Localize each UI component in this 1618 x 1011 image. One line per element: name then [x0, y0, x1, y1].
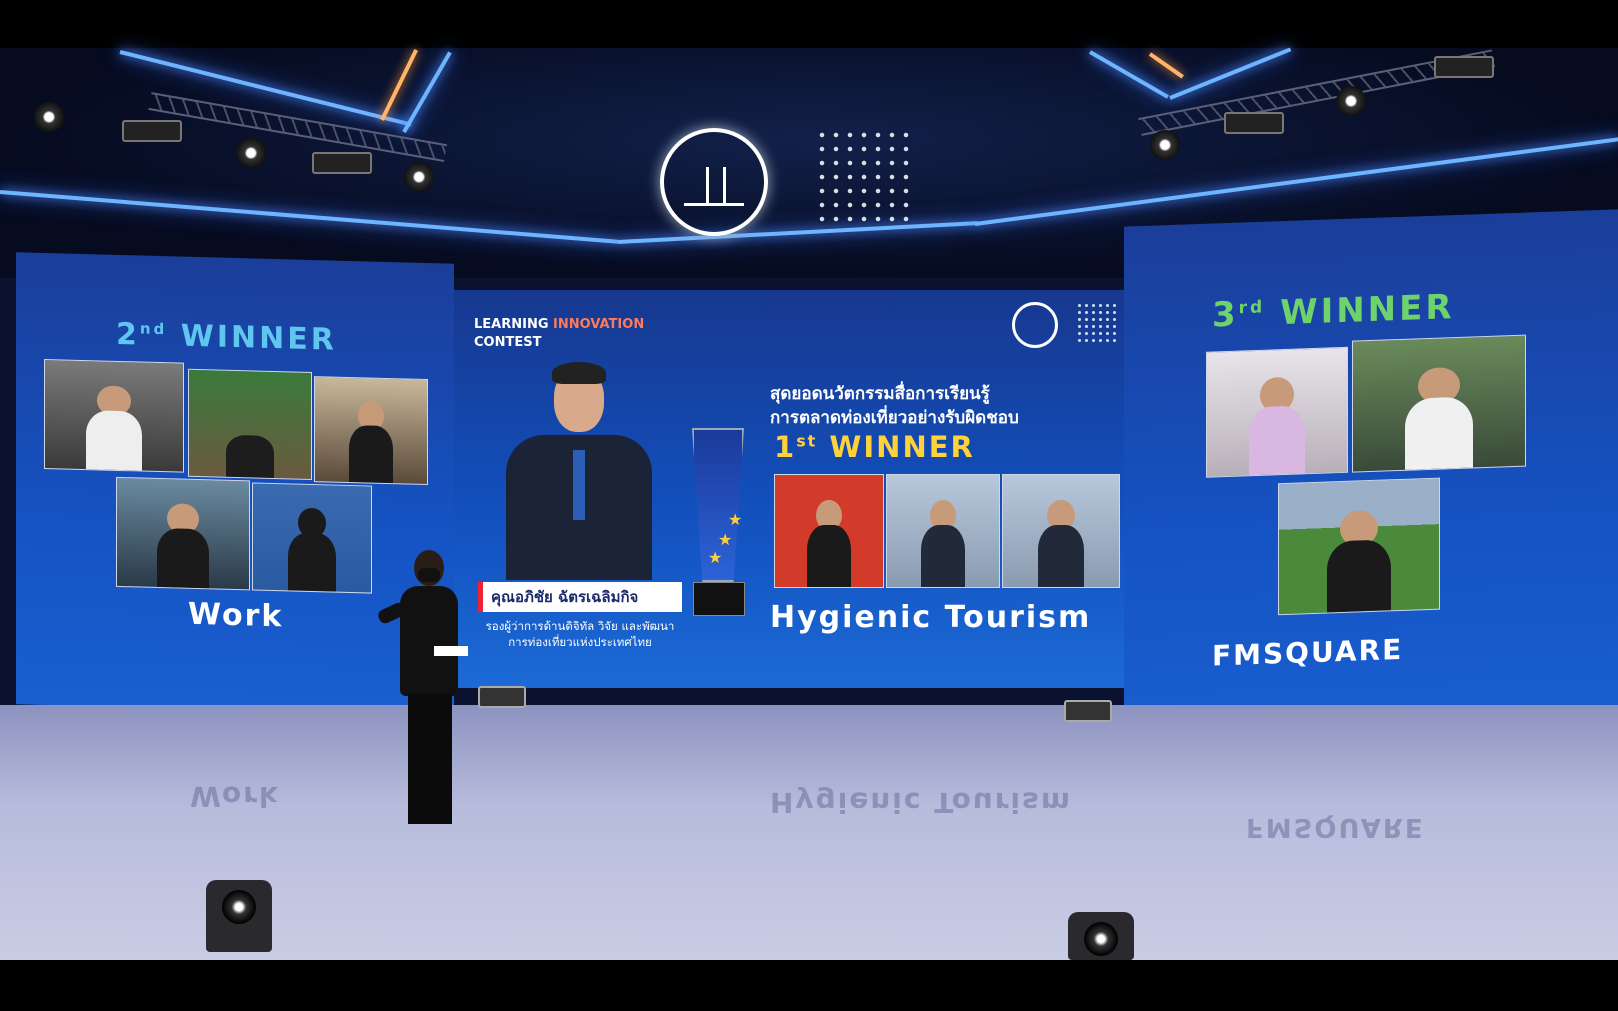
second-winner-team-name: Work [188, 596, 284, 635]
tat-logo [660, 128, 768, 236]
team-member-photo [314, 376, 428, 486]
team-member-photo [1206, 346, 1348, 478]
stage-bar-light [312, 152, 372, 174]
floor-reflection-text: Work [190, 780, 280, 813]
rank-number: 1 [774, 430, 797, 464]
rank-number: 3 [1212, 294, 1239, 336]
trophy-base [693, 582, 745, 616]
third-winner-title: 3rd WINNER [1212, 287, 1455, 335]
presenter-name: คุณอภิชัย ฉัตรเฉลิมกิจ [478, 582, 682, 612]
floor-camera [1068, 912, 1134, 960]
team-member-photo [774, 474, 884, 588]
stage-spotlight [34, 102, 64, 132]
stage-spotlight [1150, 130, 1180, 160]
tat-academy-small-dots [1076, 302, 1120, 342]
rank-number: 2 [116, 316, 140, 353]
stage-bar-light [1224, 112, 1284, 134]
stage-bar-light [122, 120, 182, 142]
tat-academy-dot-logo [815, 128, 915, 228]
cue-card [434, 646, 468, 656]
star-icon: ★ [728, 510, 743, 529]
award-title-line1: สุดยอดนวัตกรรมสื่อการเรียนรู้ [770, 384, 990, 404]
team-member-photo [188, 368, 312, 481]
floor-light [478, 686, 526, 708]
stage-spotlight [1336, 86, 1366, 116]
presenter-title-line2: การท่องเที่ยวแห่งประเทศไทย [508, 635, 652, 649]
floor-reflection-text: FMSQUARE [1246, 812, 1425, 842]
award-title-line2: การตลาดท่องเที่ยวอย่างรับผิดชอบ [770, 408, 1019, 428]
star-icon: ★ [708, 548, 723, 567]
team-member-photo [1002, 474, 1120, 588]
winner-label: WINNER [180, 318, 337, 358]
first-winner-title: 1st WINNER [774, 430, 975, 464]
rank-suffix: nd [139, 319, 168, 339]
winner-label: WINNER [1280, 287, 1455, 334]
contest-logo: LEARNING INNOVATION CONTEST [474, 316, 644, 352]
winner-label: WINNER [829, 430, 975, 464]
award-title: สุดยอดนวัตกรรมสื่อการเรียนรู้ การตลาดท่อ… [770, 382, 1019, 430]
host-presenter [376, 550, 478, 850]
stage-spotlight [404, 162, 434, 192]
team-member-photo [252, 482, 372, 594]
third-winner-screen: 3rd WINNER FMSQUARE [1124, 209, 1618, 747]
stage-spotlight [236, 138, 266, 168]
rank-suffix: st [796, 431, 818, 451]
team-member-photo [1278, 477, 1440, 616]
stage-bar-light [1434, 56, 1494, 78]
second-winner-title: 2nd WINNER [116, 317, 337, 358]
face-mask [418, 568, 440, 582]
tat-small-logo [1012, 302, 1058, 348]
rank-suffix: rd [1238, 297, 1266, 319]
temple-icon [684, 159, 744, 206]
third-winner-team-name: FMSQUARE [1212, 632, 1404, 673]
contest-line2: CONTEST [474, 335, 542, 350]
star-icon: ★ [718, 530, 733, 549]
team-member-photo [886, 474, 1000, 588]
presenter-photo [506, 358, 652, 580]
virtual-studio-stage: 2nd WINNER Work LEARNING INNOVATION CONT… [0, 0, 1618, 1011]
first-winner-team-name: Hygienic Tourism [770, 600, 1092, 635]
camera-lens-icon [1084, 922, 1118, 956]
contest-line1-b: INNOVATION [553, 317, 645, 332]
floor-reflection-text: Hygienic Tourism [770, 786, 1072, 819]
floor-light [1064, 700, 1112, 722]
team-member-photo [116, 476, 250, 591]
floor-camera [206, 880, 272, 952]
contest-line1-a: LEARNING [474, 317, 554, 332]
presenter-title-line1: รองผู้ว่าการด้านดิจิทัล วิจัย และพัฒนา [485, 619, 675, 633]
team-member-photo [1352, 334, 1526, 473]
camera-lens-icon [222, 890, 256, 924]
team-member-photo [44, 358, 184, 473]
presenter-title: รองผู้ว่าการด้านดิจิทัล วิจัย และพัฒนา ก… [480, 618, 680, 650]
